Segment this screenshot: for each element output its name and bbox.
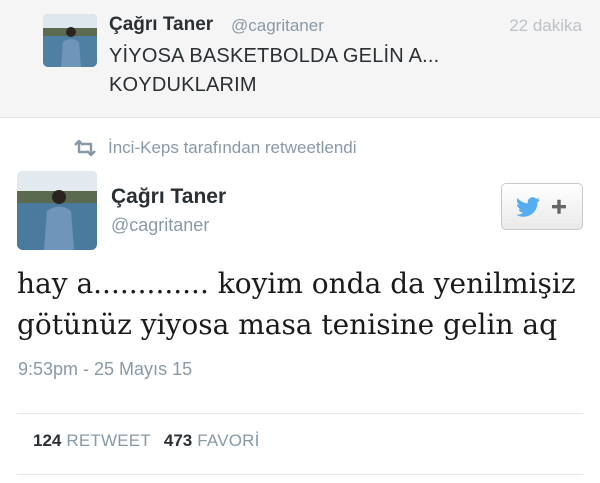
reply-author-name[interactable]: Çağrı Taner <box>109 14 213 36</box>
reply-text-line-2: KOYDUKLARIM <box>109 74 257 96</box>
avatar-photo-icon <box>17 171 97 250</box>
reply-text-line-1: YİYOSA BASKETBOLDA GELİN A... <box>109 45 440 67</box>
tweet-text-line-1: hay a............. koyim onda da yenilmi… <box>17 267 576 300</box>
tweet-text-line-2: götünüz yiyosa masa tenisine gelin aq <box>17 308 557 341</box>
avatar[interactable] <box>43 14 97 67</box>
divider <box>17 474 583 475</box>
retweet-icon <box>74 139 96 157</box>
reply-timestamp[interactable]: 22 dakika <box>509 16 582 36</box>
reply-tweet-text: YİYOSA BASKETBOLDA GELİN A... KOYDUKLARI… <box>109 42 509 100</box>
twitter-bird-plus-icon <box>516 196 566 217</box>
retweets-label[interactable]: RETWEET <box>66 431 151 451</box>
reply-author-handle[interactable]: @cagritaner <box>231 16 324 36</box>
retweets-count[interactable]: 124 <box>33 431 61 451</box>
favorites-label[interactable]: FAVORİ <box>197 431 259 451</box>
retweeted-by-text[interactable]: İnci-Keps tarafından retweetlendi <box>108 138 357 158</box>
retweet-context: İnci-Keps tarafından retweetlendi <box>72 137 357 159</box>
reply-tweet[interactable]: Çağrı Taner @cagritaner 22 dakika YİYOSA… <box>0 0 600 118</box>
tweet-stats: 124 RETWEET 473 FAVORİ <box>33 431 273 451</box>
author-name[interactable]: Çağrı Taner <box>111 185 226 209</box>
author-handle[interactable]: @cagritaner <box>111 215 209 236</box>
tweet-timestamp[interactable]: 9:53pm - 25 Mayıs 15 <box>18 359 192 380</box>
tweet-text: hay a............. koyim onda da yenilmi… <box>17 263 587 345</box>
avatar[interactable] <box>17 171 97 250</box>
follow-button[interactable] <box>501 183 583 230</box>
divider <box>17 413 583 414</box>
avatar-photo-icon <box>43 14 97 67</box>
favorites-count[interactable]: 473 <box>164 431 192 451</box>
